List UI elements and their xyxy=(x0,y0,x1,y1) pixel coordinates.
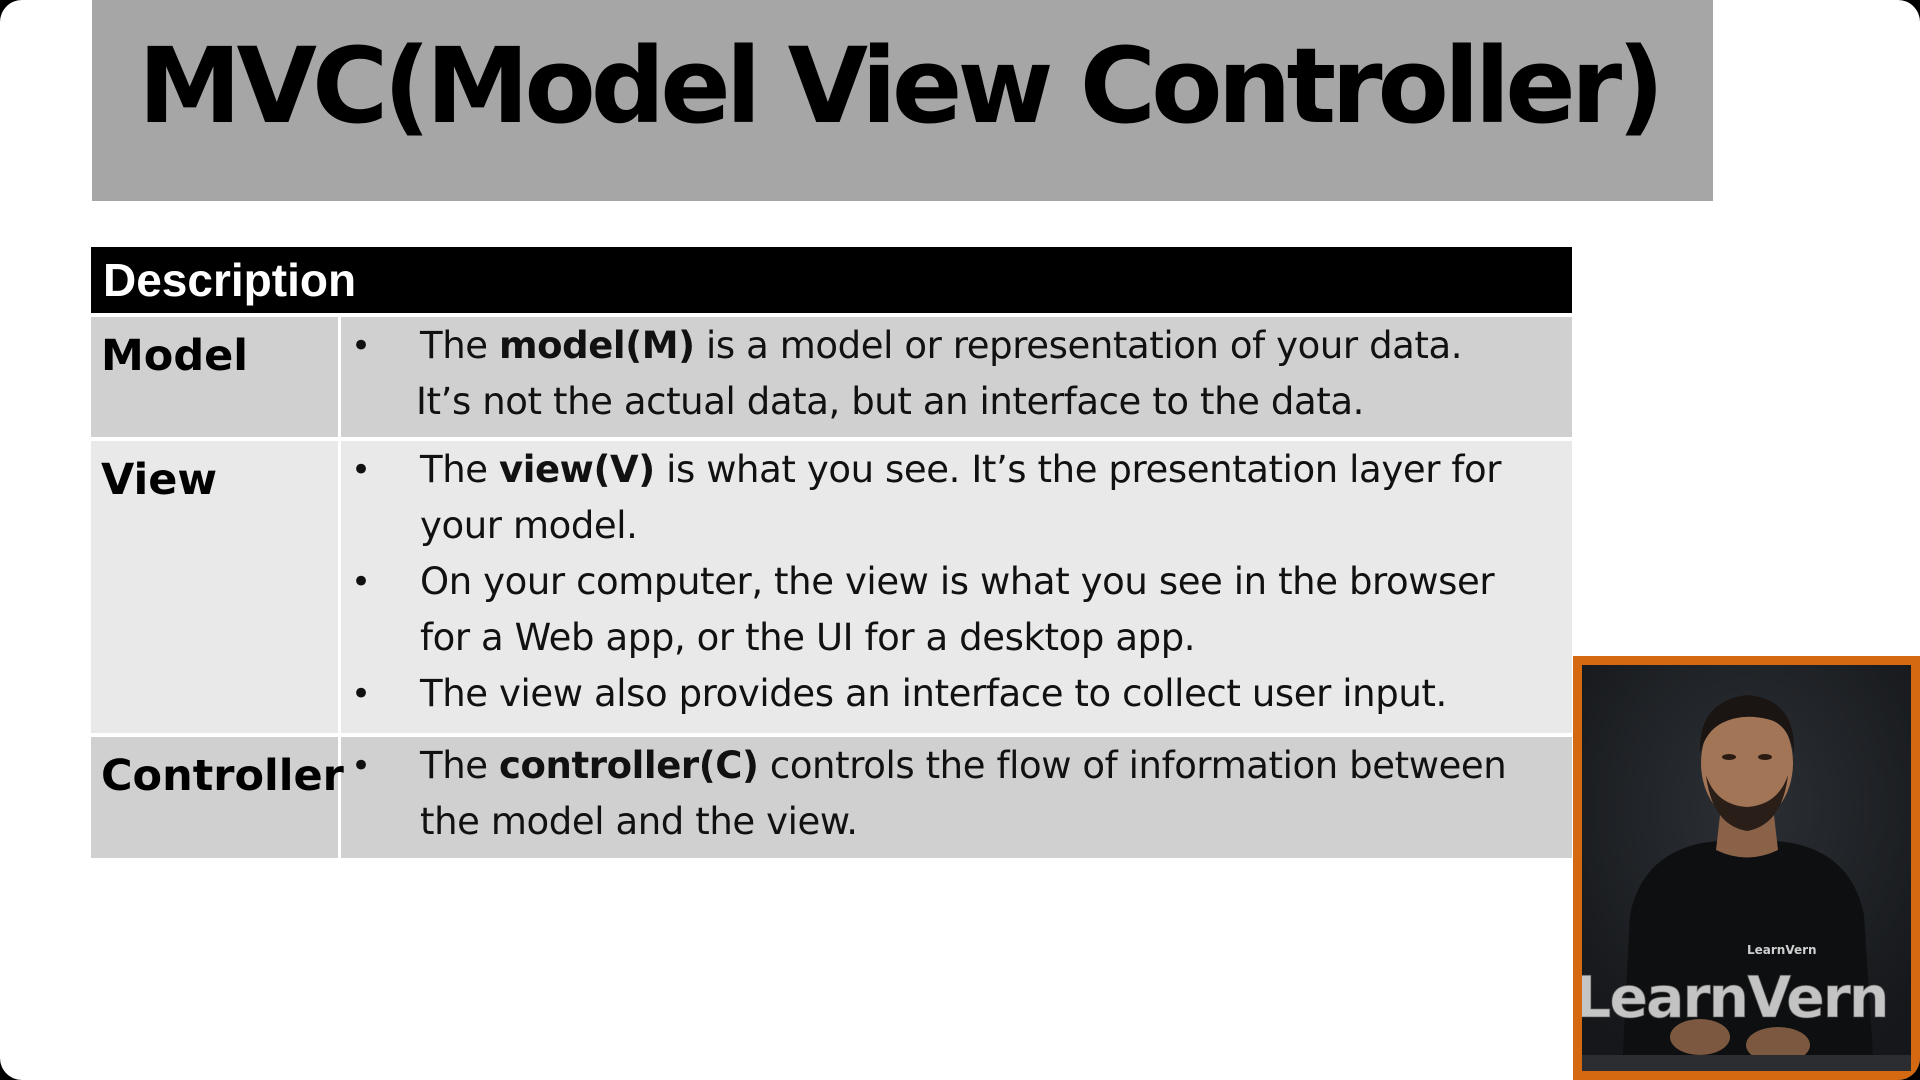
item-text: The view also provides an interface to c… xyxy=(420,672,1447,715)
list-item: • The view also provides an interface to… xyxy=(341,666,1552,722)
presentation-slide: MVC(Model View Controller) Description M… xyxy=(0,0,1920,1080)
table-row-controller: Controller • The controller(C) controls … xyxy=(91,733,1572,858)
definition-list-controller: • The controller(C) controls the flow of… xyxy=(341,737,1572,858)
bullet-icon: • xyxy=(351,326,371,366)
item-text-post: is a model or representation of your dat… xyxy=(694,324,1463,367)
bullet-icon: • xyxy=(351,562,371,602)
term-controller: Controller xyxy=(91,737,344,858)
table-header: Description xyxy=(91,247,1572,313)
table-row-model: Model • The model(M) is a model or repre… xyxy=(91,313,1572,437)
item-text-continuation: It’s not the actual data, but an interfa… xyxy=(416,380,1364,423)
item-text-bold: controller(C) xyxy=(498,744,759,787)
item-text-bold: model(M) xyxy=(498,324,695,367)
video-frame: MVC(Model View Controller) Description M… xyxy=(0,0,1920,1080)
item-text: On your computer, the view is what you s… xyxy=(420,560,1495,659)
definition-list-view: • The view(V) is what you see. It’s the … xyxy=(341,441,1572,733)
list-item: • On your computer, the view is what you… xyxy=(341,554,1552,666)
list-item: • The controller(C) controls the flow of… xyxy=(341,738,1552,850)
definition-list-model: • The model(M) is a model or representat… xyxy=(341,317,1572,437)
item-text-pre: The xyxy=(420,744,499,787)
term-view: View xyxy=(91,441,341,733)
item-text-bold: view(V) xyxy=(498,448,655,491)
bullet-icon: • xyxy=(351,746,371,786)
term-model: Model xyxy=(91,317,341,437)
item-text-pre: The xyxy=(420,324,499,367)
title-band: MVC(Model View Controller) xyxy=(92,0,1713,201)
bullet-icon: • xyxy=(351,450,371,490)
item-text-pre: The xyxy=(420,448,499,491)
table-row-view: View • The view(V) is what you see. It’s… xyxy=(91,437,1572,733)
list-item: • The view(V) is what you see. It’s the … xyxy=(341,442,1552,554)
shirt-logo: LearnVern xyxy=(1747,943,1817,957)
slide-title: MVC(Model View Controller) xyxy=(138,25,1665,147)
bullet-icon: • xyxy=(351,674,371,714)
description-table: Description Model • The model(M) is a mo… xyxy=(91,247,1572,858)
list-item: • The model(M) is a model or representat… xyxy=(341,318,1552,430)
presenter-video: LearnVern LearnVern xyxy=(1573,656,1920,1080)
learnvern-watermark: LearnVern xyxy=(1575,965,1890,1032)
